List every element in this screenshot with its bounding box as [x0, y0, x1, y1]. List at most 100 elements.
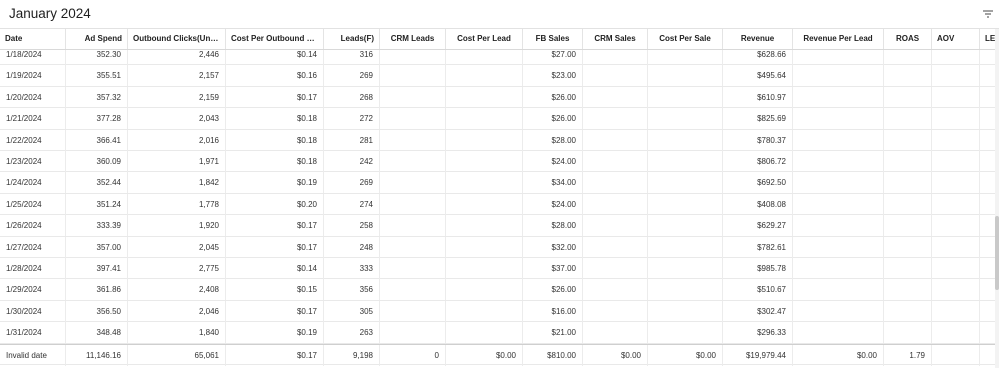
table-cell: $810.00: [523, 344, 583, 366]
filter-icon[interactable]: [982, 8, 996, 22]
table-cell: $16.00: [523, 300, 583, 322]
column-header[interactable]: Revenue Per Lead: [793, 29, 884, 49]
table-cell: $610.97: [723, 86, 793, 108]
column-header[interactable]: ROAS: [884, 29, 932, 49]
table-row[interactable]: 1/23/2024 360.09 1,971 $0.18 242 $24.00 $806.7…: [0, 151, 995, 173]
table-cell: [884, 300, 932, 322]
table-cell: [446, 279, 523, 301]
column-header[interactable]: CRM Leads: [380, 29, 446, 49]
column-header[interactable]: Cost Per Outbound Click…: [226, 29, 324, 49]
table-cell: [932, 65, 980, 87]
vertical-scrollbar[interactable]: [995, 29, 999, 368]
table-cell: [380, 86, 446, 108]
table-cell: [583, 258, 648, 279]
table-cell: [884, 215, 932, 237]
table-cell: 1,840: [128, 322, 226, 344]
column-header[interactable]: Revenue: [723, 29, 793, 49]
table-cell: $21.00: [523, 322, 583, 344]
table-cell: [980, 108, 995, 129]
table-cell: [884, 193, 932, 215]
table-row[interactable]: 1/30/2024 356.50 2,046 $0.17 305 $16.00 $302.4…: [0, 300, 995, 323]
table-cell: [932, 172, 980, 194]
table-row[interactable]: 1/24/2024 352.44 1,842 $0.19 269 $34.00 $692.5…: [0, 172, 995, 194]
table-cell: [793, 172, 884, 194]
table-cell: 1/26/2024: [0, 215, 66, 237]
table-cell: [793, 322, 884, 344]
column-header[interactable]: LEG: [980, 29, 995, 49]
column-header[interactable]: Date: [0, 29, 66, 49]
table-cell: [884, 65, 932, 87]
table-cell: $19,979.44: [723, 344, 793, 366]
table-cell: [583, 236, 648, 258]
table-cell: [793, 215, 884, 237]
table-cell: 305: [324, 300, 380, 322]
table-row[interactable]: 1/19/2024 355.51 2,157 $0.16 269 $23.00 $495.6…: [0, 65, 995, 87]
table-row[interactable]: 1/27/2024 357.00 2,045 $0.17 248 $32.00 $782.6…: [0, 236, 995, 258]
table-cell: [446, 215, 523, 237]
table-row[interactable]: 1/28/2024 397.41 2,775 $0.14 333 $37.00 $985.7…: [0, 258, 995, 280]
table-cell: [648, 193, 723, 215]
table-cell: [583, 151, 648, 172]
table-cell: [446, 172, 523, 194]
table-cell: [980, 215, 995, 236]
table-cell: [932, 322, 980, 344]
table-cell: 1/25/2024: [0, 193, 66, 215]
table-cell: [648, 108, 723, 130]
table-cell: 333.39: [66, 215, 128, 237]
table-cell: 0: [380, 344, 446, 366]
table-cell: 1.79: [884, 344, 932, 366]
table-row[interactable]: 1/25/2024 351.24 1,778 $0.20 274 $24.00 $408.0…: [0, 193, 995, 216]
table-row[interactable]: 1/31/2024 348.48 1,840 $0.19 263 $21.00 $296.3…: [0, 322, 995, 344]
column-header[interactable]: FB Sales: [523, 29, 583, 49]
table-cell: [446, 108, 523, 130]
column-header[interactable]: Leads(F): [324, 29, 380, 49]
table-row[interactable]: 1/22/2024 366.41 2,016 $0.18 281 $28.00 $780.3…: [0, 129, 995, 151]
table-cell: $0.18: [226, 108, 324, 130]
table-cell: 274: [324, 193, 380, 215]
table-row[interactable]: 1/29/2024 361.86 2,408 $0.15 356 $26.00 $510.6…: [0, 279, 995, 301]
column-header[interactable]: AOV: [932, 29, 980, 49]
table-cell: [648, 236, 723, 258]
table-cell: [932, 151, 980, 172]
table-cell: $408.08: [723, 193, 793, 215]
totals-row[interactable]: Invalid date 11,146.16 65,061 $0.17 9,198 0 $0…: [0, 343, 995, 366]
column-header[interactable]: Ad Spend: [66, 29, 128, 49]
table-cell: [884, 129, 932, 151]
table-cell: [980, 279, 995, 300]
table-cell: [583, 172, 648, 194]
table-cell: 248: [324, 236, 380, 258]
table-cell: 355.51: [66, 65, 128, 87]
table-cell: 366.41: [66, 129, 128, 151]
table-cell: 357.32: [66, 86, 128, 108]
table-row[interactable]: 1/26/2024 333.39 1,920 $0.17 258 $28.00 $629.2…: [0, 215, 995, 237]
table-cell: [793, 108, 884, 130]
table-cell: $0.17: [226, 344, 324, 366]
table-cell: [583, 322, 648, 344]
column-header[interactable]: Outbound Clicks(Unique)…: [128, 29, 226, 49]
table-cell: $37.00: [523, 258, 583, 279]
column-header[interactable]: CRM Sales: [583, 29, 648, 49]
table-cell: 9,198: [324, 344, 380, 366]
table-cell: 351.24: [66, 193, 128, 215]
table-cell: 356: [324, 279, 380, 301]
table-cell: [583, 300, 648, 322]
table-row[interactable]: 1/21/2024 377.28 2,043 $0.18 272 $26.00 $825.6…: [0, 108, 995, 130]
table-cell: 2,408: [128, 279, 226, 301]
scrollbar-thumb[interactable]: [995, 216, 999, 290]
table-cell: [648, 300, 723, 322]
table-cell: [583, 193, 648, 215]
table-cell: 397.41: [66, 258, 128, 279]
table-cell: [980, 237, 995, 258]
column-header[interactable]: Cost Per Sale: [648, 29, 723, 49]
table-row[interactable]: 1/20/2024 357.32 2,159 $0.17 268 $26.00 $610.9…: [0, 86, 995, 109]
table-cell: [980, 301, 995, 322]
column-header[interactable]: Cost Per Lead: [446, 29, 523, 49]
table-cell: $0.19: [226, 322, 324, 344]
table-cell: 11,146.16: [66, 344, 128, 366]
table-cell: [793, 151, 884, 172]
table-cell: [648, 172, 723, 194]
table-cell: $296.33: [723, 322, 793, 344]
table-cell: [446, 193, 523, 215]
table-cell: 356.50: [66, 300, 128, 322]
table-cell: [980, 258, 995, 279]
